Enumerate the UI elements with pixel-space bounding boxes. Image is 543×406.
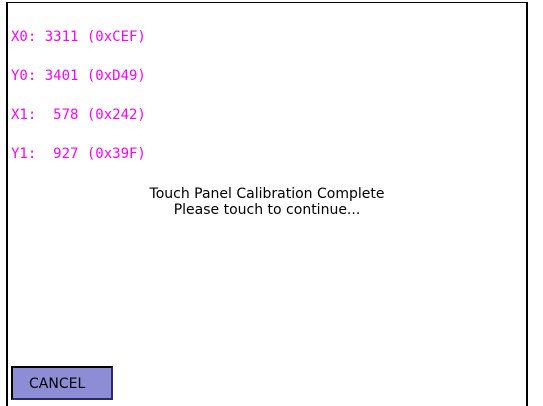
coordinate-y0: Y0: 3401 (0xD49) bbox=[11, 68, 146, 84]
coordinate-x1: X1: 578 (0x242) bbox=[11, 107, 146, 123]
calibration-screen[interactable]: X0: 3311 (0xCEF) Y0: 3401 (0xD49) X1: 57… bbox=[6, 2, 528, 406]
coordinate-y1: Y1: 927 (0x39F) bbox=[11, 146, 146, 162]
touch-to-continue-text: Please touch to continue... bbox=[173, 202, 361, 218]
calibration-message: Touch Panel Calibration Complete Please … bbox=[8, 186, 526, 218]
calibration-complete-text: Touch Panel Calibration Complete bbox=[149, 186, 385, 202]
cancel-button[interactable]: CANCEL bbox=[11, 366, 113, 400]
calibration-coordinates: X0: 3311 (0xCEF) Y0: 3401 (0xD49) X1: 57… bbox=[11, 5, 146, 187]
coordinate-x0: X0: 3311 (0xCEF) bbox=[11, 29, 146, 45]
